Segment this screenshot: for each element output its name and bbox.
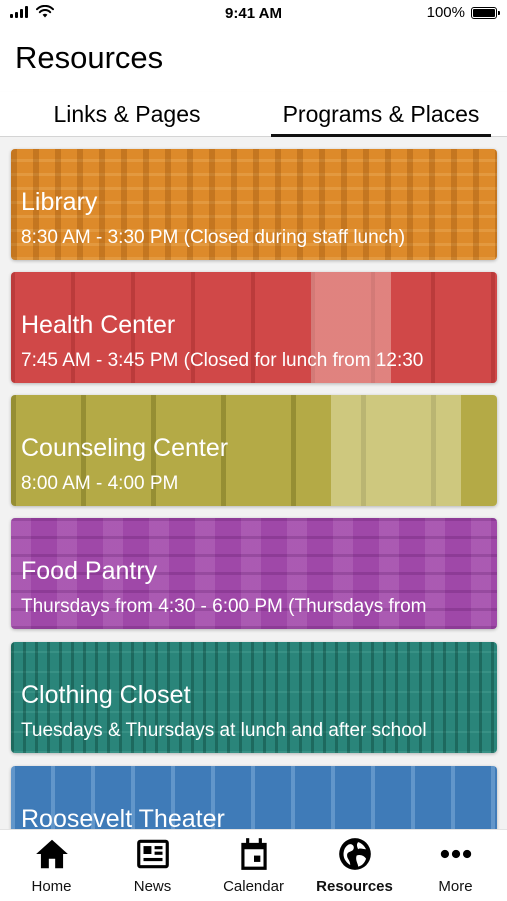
page-title: Resources bbox=[15, 40, 164, 75]
status-bar: 9:41 AM 100% bbox=[0, 0, 507, 28]
more-icon bbox=[440, 849, 471, 859]
resource-card-health-center[interactable]: Health Center 7:45 AM - 3:45 PM (Closed … bbox=[11, 272, 497, 383]
nav-item-home[interactable]: Home bbox=[1, 830, 102, 901]
card-hours: Tuesdays & Thursdays at lunch and after … bbox=[21, 720, 427, 741]
resource-card-library[interactable]: Library 8:30 AM - 3:30 PM (Closed during… bbox=[11, 149, 497, 260]
calendar-icon bbox=[240, 838, 267, 870]
card-title: Roosevelt Theater bbox=[21, 805, 225, 829]
nav-item-resources[interactable]: Resources bbox=[304, 830, 405, 901]
card-hours: 8:30 AM - 3:30 PM (Closed during staff l… bbox=[21, 227, 406, 248]
nav-label: Calendar bbox=[223, 878, 284, 895]
bottom-tab-bar: Home News Calendar Resources More bbox=[0, 829, 507, 901]
card-title: Food Pantry bbox=[21, 557, 158, 585]
tab-links-and-pages[interactable]: Links & Pages bbox=[20, 92, 234, 136]
nav-item-more[interactable]: More bbox=[405, 830, 506, 901]
resource-card-roosevelt-theater[interactable]: Roosevelt Theater bbox=[11, 766, 497, 829]
nav-label: Home bbox=[31, 878, 72, 895]
nav-item-news[interactable]: News bbox=[102, 830, 203, 901]
card-hours: Thursdays from 4:30 - 6:00 PM (Thursdays… bbox=[21, 596, 427, 617]
card-title: Clothing Closet bbox=[21, 681, 191, 709]
card-title: Library bbox=[21, 188, 98, 216]
card-hours: 7:45 AM - 3:45 PM (Closed for lunch from… bbox=[21, 350, 424, 371]
resource-card-clothing-closet[interactable]: Clothing Closet Tuesdays & Thursdays at … bbox=[11, 642, 497, 753]
resource-card-counseling-center[interactable]: Counseling Center 8:00 AM - 4:00 PM bbox=[11, 395, 497, 506]
home-icon bbox=[35, 839, 68, 869]
card-title: Counseling Center bbox=[21, 434, 229, 462]
battery-percent: 100% bbox=[426, 4, 465, 21]
card-hours: 8:00 AM - 4:00 PM bbox=[21, 473, 179, 494]
globe-icon bbox=[338, 838, 371, 870]
nav-label: News bbox=[133, 878, 172, 895]
nav-item-calendar[interactable]: Calendar bbox=[203, 830, 304, 901]
news-icon bbox=[136, 839, 169, 869]
nav-label: Resources bbox=[316, 878, 393, 895]
resource-card-food-pantry[interactable]: Food Pantry Thursdays from 4:30 - 6:00 P… bbox=[11, 518, 497, 629]
battery-icon bbox=[471, 6, 500, 19]
tab-programs-and-places[interactable]: Programs & Places bbox=[271, 92, 491, 137]
battery-status: 100% bbox=[426, 4, 500, 21]
segment-tabs: Links & Pages Programs & Places bbox=[0, 92, 507, 137]
resource-card-list[interactable]: Library 8:30 AM - 3:30 PM (Closed during… bbox=[0, 137, 507, 829]
nav-label: More bbox=[438, 878, 473, 895]
card-title: Health Center bbox=[21, 311, 176, 339]
